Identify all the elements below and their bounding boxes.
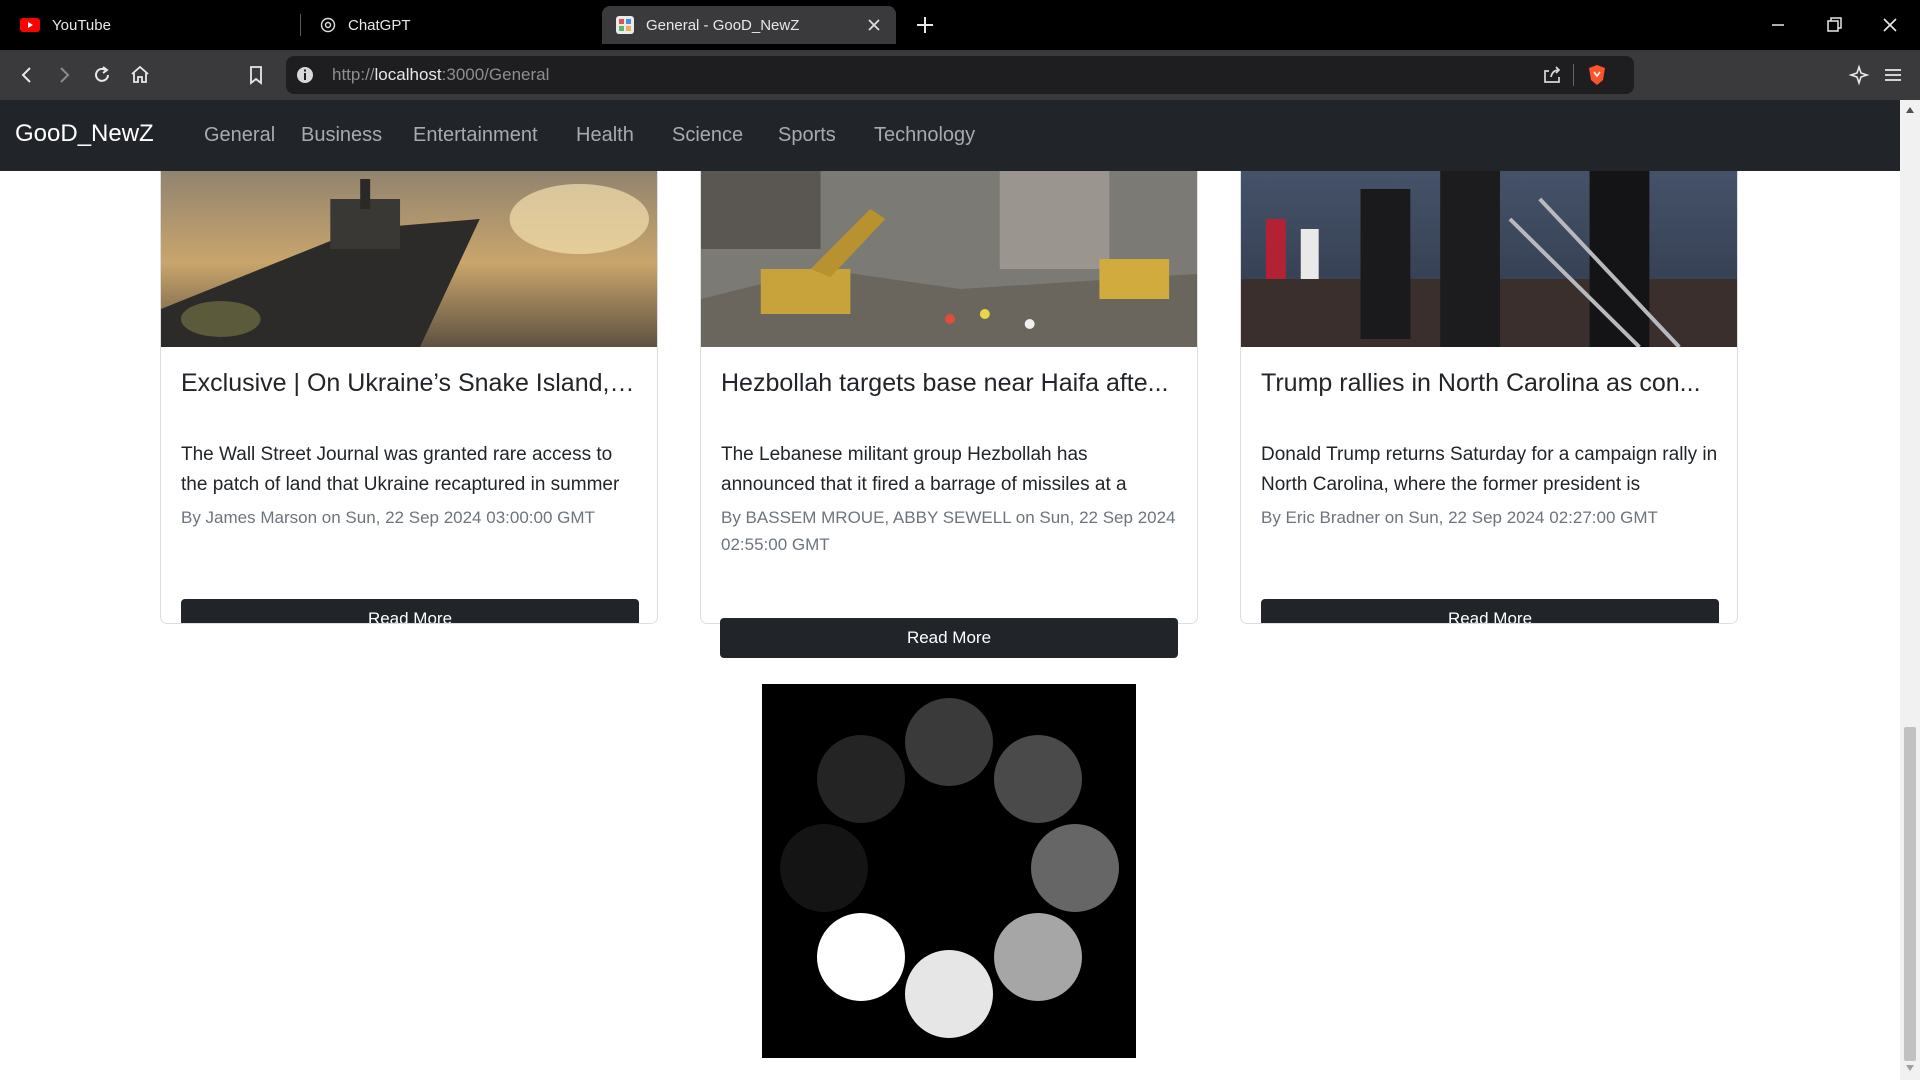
nav-link-general[interactable]: General [204, 124, 275, 147]
urlbar-divider [1573, 64, 1574, 86]
article-byline: By Eric Bradner on Sun, 22 Sep 2024 02:2… [1261, 508, 1658, 527]
url-scheme: http:// [332, 65, 375, 84]
tab-divider [300, 14, 301, 36]
page-scrollbar[interactable] [1900, 100, 1920, 1080]
url-host: localhost [374, 65, 442, 84]
read-more-button[interactable]: Read More [1261, 599, 1719, 623]
nav-link-technology[interactable]: Technology [874, 124, 975, 147]
read-more-button[interactable]: Read More [720, 618, 1178, 658]
nav-link-business[interactable]: Business [301, 124, 382, 147]
read-more-button[interactable]: Read More [181, 599, 639, 623]
site-info-icon[interactable] [292, 62, 318, 88]
nav-link-entertainment[interactable]: Entertainment [413, 124, 538, 147]
tab-title: YouTube [52, 16, 111, 34]
address-bar[interactable]: http://localhost:3000/General [286, 56, 1634, 94]
bookmark-icon[interactable] [243, 62, 269, 88]
share-icon[interactable] [1539, 62, 1565, 88]
minimize-icon[interactable] [1765, 12, 1791, 38]
loading-spinner [762, 684, 1136, 1058]
article-description: The Wall Street Journal was granted rare… [181, 444, 620, 494]
url-text[interactable]: http://localhost:3000/General [332, 65, 549, 85]
youtube-icon [20, 18, 40, 32]
nav-link-science[interactable]: Science [672, 124, 743, 147]
close-tab-icon[interactable] [864, 15, 884, 35]
new-tab-icon[interactable] [912, 12, 938, 38]
article-title: Hezbollah targets base near Haifa afte..… [721, 369, 1169, 397]
article-image [1241, 159, 1737, 347]
url-path: :3000/General [441, 65, 550, 84]
article-title: Exclusive | On Ukraine’s Snake Island, .… [181, 369, 637, 397]
page-viewport: GooD_NewZ General Business Entertainment… [0, 100, 1920, 1080]
forward-icon[interactable] [51, 62, 77, 88]
menu-icon[interactable] [1880, 62, 1906, 88]
article-byline: By BASSEM MROUE, ABBY SEWELL on Sun, 22 … [721, 508, 1176, 554]
home-icon[interactable] [127, 62, 153, 88]
scroll-down-icon[interactable] [1904, 1062, 1916, 1074]
spinner-icon [780, 698, 1119, 1038]
site-navbar: GooD_NewZ General Business Entertainment… [0, 100, 1900, 171]
site-favicon [616, 16, 634, 34]
tab-good-newz[interactable]: General - GooD_NewZ [602, 6, 896, 44]
tab-youtube[interactable]: YouTube [20, 6, 295, 44]
tab-title: ChatGPT [348, 16, 411, 34]
leo-ai-icon[interactable] [1847, 62, 1873, 88]
nav-link-sports[interactable]: Sports [778, 124, 836, 147]
site-brand[interactable]: GooD_NewZ [15, 120, 154, 148]
reload-icon[interactable] [89, 62, 115, 88]
chatgpt-icon [320, 17, 336, 33]
tab-title: General - GooD_NewZ [646, 16, 800, 34]
tab-chatgpt[interactable]: ChatGPT [320, 6, 590, 44]
news-card: Exclusive | On Ukraine’s Snake Island, .… [160, 158, 658, 624]
brave-shields-icon[interactable] [1584, 62, 1610, 88]
news-card: Trump rallies in North Carolina as con..… [1240, 158, 1738, 624]
news-card: Hezbollah targets base near Haifa afte..… [700, 158, 1198, 624]
article-description: Donald Trump returns Saturday for a camp… [1261, 444, 1718, 494]
scroll-up-icon[interactable] [1904, 104, 1916, 116]
nav-link-health[interactable]: Health [576, 124, 634, 147]
article-byline: By James Marson on Sun, 22 Sep 2024 03:0… [181, 508, 595, 527]
article-description: The Lebanese militant group Hezbollah ha… [721, 444, 1127, 494]
scrollbar-thumb[interactable] [1904, 727, 1916, 1061]
restore-icon[interactable] [1821, 12, 1847, 38]
close-window-icon[interactable] [1877, 12, 1903, 38]
article-title: Trump rallies in North Carolina as con..… [1261, 369, 1701, 397]
article-image [701, 159, 1197, 347]
back-icon[interactable] [14, 62, 40, 88]
article-image [161, 159, 657, 347]
browser-tab-strip: YouTube ChatGPT General - GooD_NewZ [0, 0, 1920, 50]
